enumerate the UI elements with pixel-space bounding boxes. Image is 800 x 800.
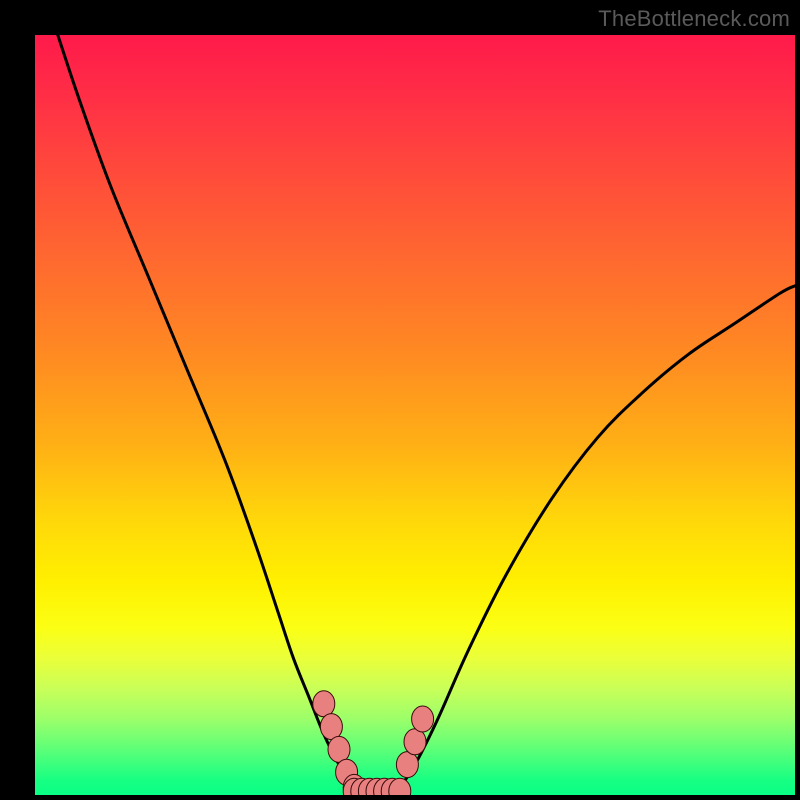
data-marker <box>328 736 350 762</box>
chart-svg <box>35 35 795 795</box>
curve-layer <box>58 35 795 787</box>
marker-layer <box>313 691 434 795</box>
curve-right-branch <box>400 286 795 788</box>
curve-left-branch <box>58 35 354 787</box>
data-marker <box>404 729 426 755</box>
data-marker <box>320 714 342 740</box>
data-marker <box>313 691 335 717</box>
plot-area <box>35 35 795 795</box>
watermark-text: TheBottleneck.com <box>598 6 790 32</box>
chart-frame: TheBottleneck.com <box>0 0 800 800</box>
data-marker <box>396 752 418 778</box>
data-marker <box>412 706 434 732</box>
